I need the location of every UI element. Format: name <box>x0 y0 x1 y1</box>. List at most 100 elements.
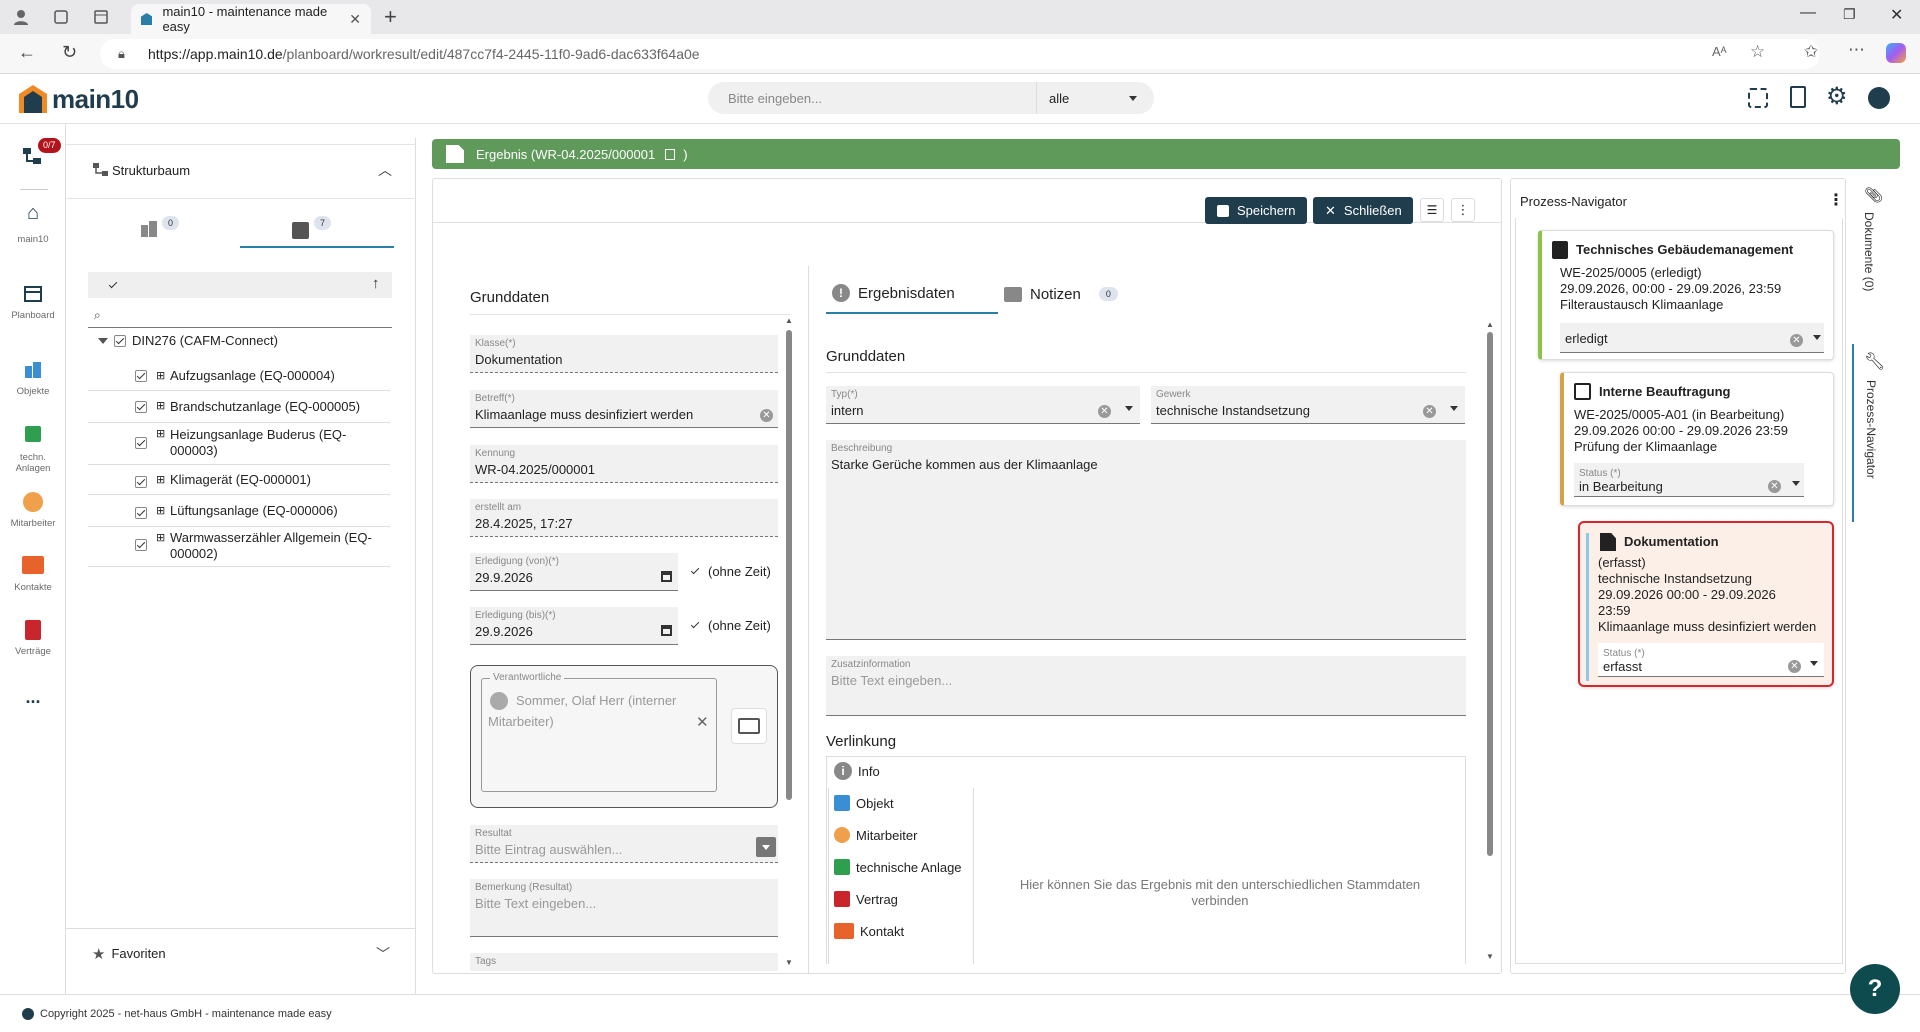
scan-icon[interactable] <box>1748 88 1768 108</box>
search-scope-select[interactable]: alle <box>1036 82 1154 114</box>
tags-field[interactable]: Tags <box>470 953 778 971</box>
tree-checkbox[interactable] <box>135 437 147 449</box>
klasse-field[interactable]: Klasse(*) Dokumentation <box>470 335 778 373</box>
status-select[interactable]: Status (*) in Bearbeitung ✕ <box>1574 463 1804 497</box>
profile-icon[interactable] <box>12 8 30 26</box>
nav-item-mitarbeiter[interactable]: Mitarbeiter <box>0 492 66 529</box>
dropdown-arrow-icon[interactable] <box>756 837 776 857</box>
tab-close-icon[interactable]: ✕ <box>349 11 361 28</box>
link-info[interactable]: i Info <box>830 758 970 784</box>
clear-icon[interactable]: ✕ <box>1788 660 1801 673</box>
chevron-up-icon[interactable]: ︿ <box>378 160 392 180</box>
tree-root[interactable]: DIN276 (CAFM-Connect) <box>98 333 278 348</box>
tree-item[interactable]: ⊞ Klimagerät (EQ-000001) <box>88 465 390 495</box>
dropdown-arrow-icon[interactable] <box>1810 661 1818 666</box>
favorites-icon[interactable]: ✩ <box>1804 42 1818 62</box>
clear-icon[interactable]: ✕ <box>1423 405 1436 418</box>
scroll-down-icon[interactable]: ▼ <box>1486 952 1494 961</box>
copilot-icon[interactable] <box>1886 43 1906 63</box>
nav-tree-toggle[interactable]: 0/7 <box>0 138 66 169</box>
back-icon[interactable]: ← <box>18 42 36 63</box>
layout-toggle-icon[interactable]: ☰ <box>1420 198 1444 222</box>
status-select[interactable]: erledigt ✕ <box>1560 323 1824 353</box>
tab-notizen[interactable]: Notizen 0 <box>1004 274 1134 314</box>
side-tab-prozess-navigator[interactable]: 🔧︎ Prozess-Navigator <box>1852 344 1888 522</box>
tree-item[interactable]: ⊞ Heizungsanlage Buderus (EQ- 000003) <box>88 423 390 465</box>
dropdown-arrow-icon[interactable] <box>1125 406 1133 411</box>
right-scrollbar[interactable]: ▲ ▼ <box>1486 320 1494 964</box>
kennung-field[interactable]: Kennung WR-04.2025/000001 <box>470 445 778 483</box>
chevron-down-icon[interactable] <box>98 337 108 344</box>
nav-more-button[interactable]: ... <box>0 688 66 706</box>
browser-menu-icon[interactable]: ⋯ <box>1848 40 1865 60</box>
remove-icon[interactable]: ✕ <box>696 713 709 731</box>
resultat-select[interactable]: Resultat Bitte Eintrag auswählen... <box>470 825 778 863</box>
side-tab-dokumente[interactable]: 📎︎ Dokumente (0) <box>1852 178 1888 338</box>
tree-checkbox[interactable] <box>135 370 147 382</box>
tree-item[interactable]: ⊞ Warmwasserzähler Allgemein (EQ- 000002… <box>88 527 390 567</box>
clear-icon[interactable]: ✕ <box>1790 334 1803 347</box>
nav-item-anlagen[interactable]: techn. Anlagen <box>0 426 66 474</box>
tree-checkbox[interactable] <box>135 539 147 551</box>
structure-header[interactable]: Strukturbaum ︿ <box>92 160 392 180</box>
link-kontakt[interactable]: Kontakt <box>830 918 970 944</box>
new-tab-icon[interactable]: + <box>384 4 397 30</box>
document-icon[interactable] <box>1790 86 1806 108</box>
browser-tab[interactable]: main10 - maintenance made easy ✕ <box>131 4 371 34</box>
select-all-checkbox[interactable] <box>108 280 120 292</box>
window-close-icon[interactable]: ✕ <box>1890 5 1903 25</box>
dropdown-arrow-icon[interactable] <box>1792 481 1800 486</box>
process-card-dokumentation[interactable]: Dokumentation (erfasst) technische Insta… <box>1578 521 1834 687</box>
save-button[interactable]: Speichern <box>1205 197 1307 224</box>
tab-objects[interactable]: 0 <box>140 214 240 244</box>
sort-arrow-icon[interactable]: ↑ <box>372 275 380 292</box>
dropdown-arrow-icon[interactable] <box>1813 335 1821 340</box>
read-aloud-icon[interactable]: Aᴬ <box>1712 44 1727 59</box>
gewerk-select[interactable]: Gewerk technische Instandsetzung ✕ <box>1151 386 1465 424</box>
scroll-thumb[interactable] <box>786 330 792 800</box>
process-card-interne-beauftragung[interactable]: Interne Beauftragung WE-2025/0005-A01 (i… <box>1560 372 1834 506</box>
tree-item[interactable]: ⊞ Aufzugsanlage (EQ-000004) <box>88 361 390 391</box>
settings-gear-icon[interactable]: ⚙ <box>1826 82 1848 111</box>
status-select[interactable]: Status (*) erfasst ✕ <box>1598 643 1824 677</box>
help-button[interactable]: ? <box>1850 964 1900 1014</box>
workspaces-icon[interactable] <box>52 8 70 26</box>
global-search-input[interactable]: Bitte eingeben... <box>708 82 1036 114</box>
clear-icon[interactable]: ✕ <box>1098 405 1111 418</box>
left-scrollbar[interactable]: ▲ ▼ <box>785 316 793 970</box>
tree-search-input[interactable]: ⌕ <box>88 306 392 328</box>
app-logo[interactable]: main10 <box>18 83 139 115</box>
tab-actions-icon[interactable] <box>92 8 110 26</box>
url-field[interactable]: 🔒︎ https://app.main10.de/planboard/workr… <box>100 39 1820 69</box>
ohne-zeit-von-checkbox[interactable]: (ohne Zeit) <box>690 564 771 579</box>
reload-icon[interactable]: ↻ <box>62 42 77 63</box>
calendar-icon[interactable] <box>661 571 672 582</box>
dropdown-arrow-icon[interactable] <box>1450 406 1458 411</box>
tree-checkbox[interactable] <box>135 507 147 519</box>
copy-icon[interactable] <box>665 148 676 160</box>
close-button[interactable]: ✕ Schließen <box>1313 197 1413 224</box>
clear-icon[interactable]: ✕ <box>1768 480 1781 493</box>
betreff-field[interactable]: Betreff(*) Klimaanlage muss desinfiziert… <box>470 390 778 428</box>
zusatzinformation-field[interactable]: Zusatzinformation Bitte Text eingeben... <box>826 656 1466 716</box>
chevron-down-icon[interactable]: ﹀ <box>376 944 390 964</box>
typ-select[interactable]: Typ(*) intern ✕ <box>826 386 1140 424</box>
clear-icon[interactable]: ✕ <box>760 409 773 422</box>
nav-item-objekte[interactable]: Objekte <box>0 360 66 397</box>
process-more-icon[interactable]: ⋮ <box>1828 190 1844 210</box>
more-menu-icon[interactable]: ⋮ <box>1451 198 1475 222</box>
tree-checkbox[interactable] <box>114 334 126 347</box>
scroll-thumb[interactable] <box>1487 332 1493 856</box>
user-account-icon[interactable] <box>1868 87 1890 109</box>
link-vertrag[interactable]: Vertrag <box>830 886 970 912</box>
nav-item-kontakte[interactable]: Kontakte <box>0 556 66 593</box>
link-mitarbeiter[interactable]: Mitarbeiter <box>830 822 970 848</box>
favorite-star-icon[interactable]: ☆ <box>1750 42 1765 62</box>
tab-ergebnisdaten[interactable]: ! Ergebnisdaten <box>826 274 998 314</box>
tree-item[interactable]: ⊞ Lüftungsanlage (EQ-000006) <box>88 495 390 527</box>
nav-item-vertraege[interactable]: Verträge <box>0 620 66 657</box>
tree-checkbox[interactable] <box>135 476 147 488</box>
ohne-zeit-bis-checkbox[interactable]: (ohne Zeit) <box>690 618 771 633</box>
tree-item[interactable]: ⊞ Brandschutzanlage (EQ-000005) <box>88 391 390 423</box>
checkbox[interactable] <box>690 565 702 578</box>
